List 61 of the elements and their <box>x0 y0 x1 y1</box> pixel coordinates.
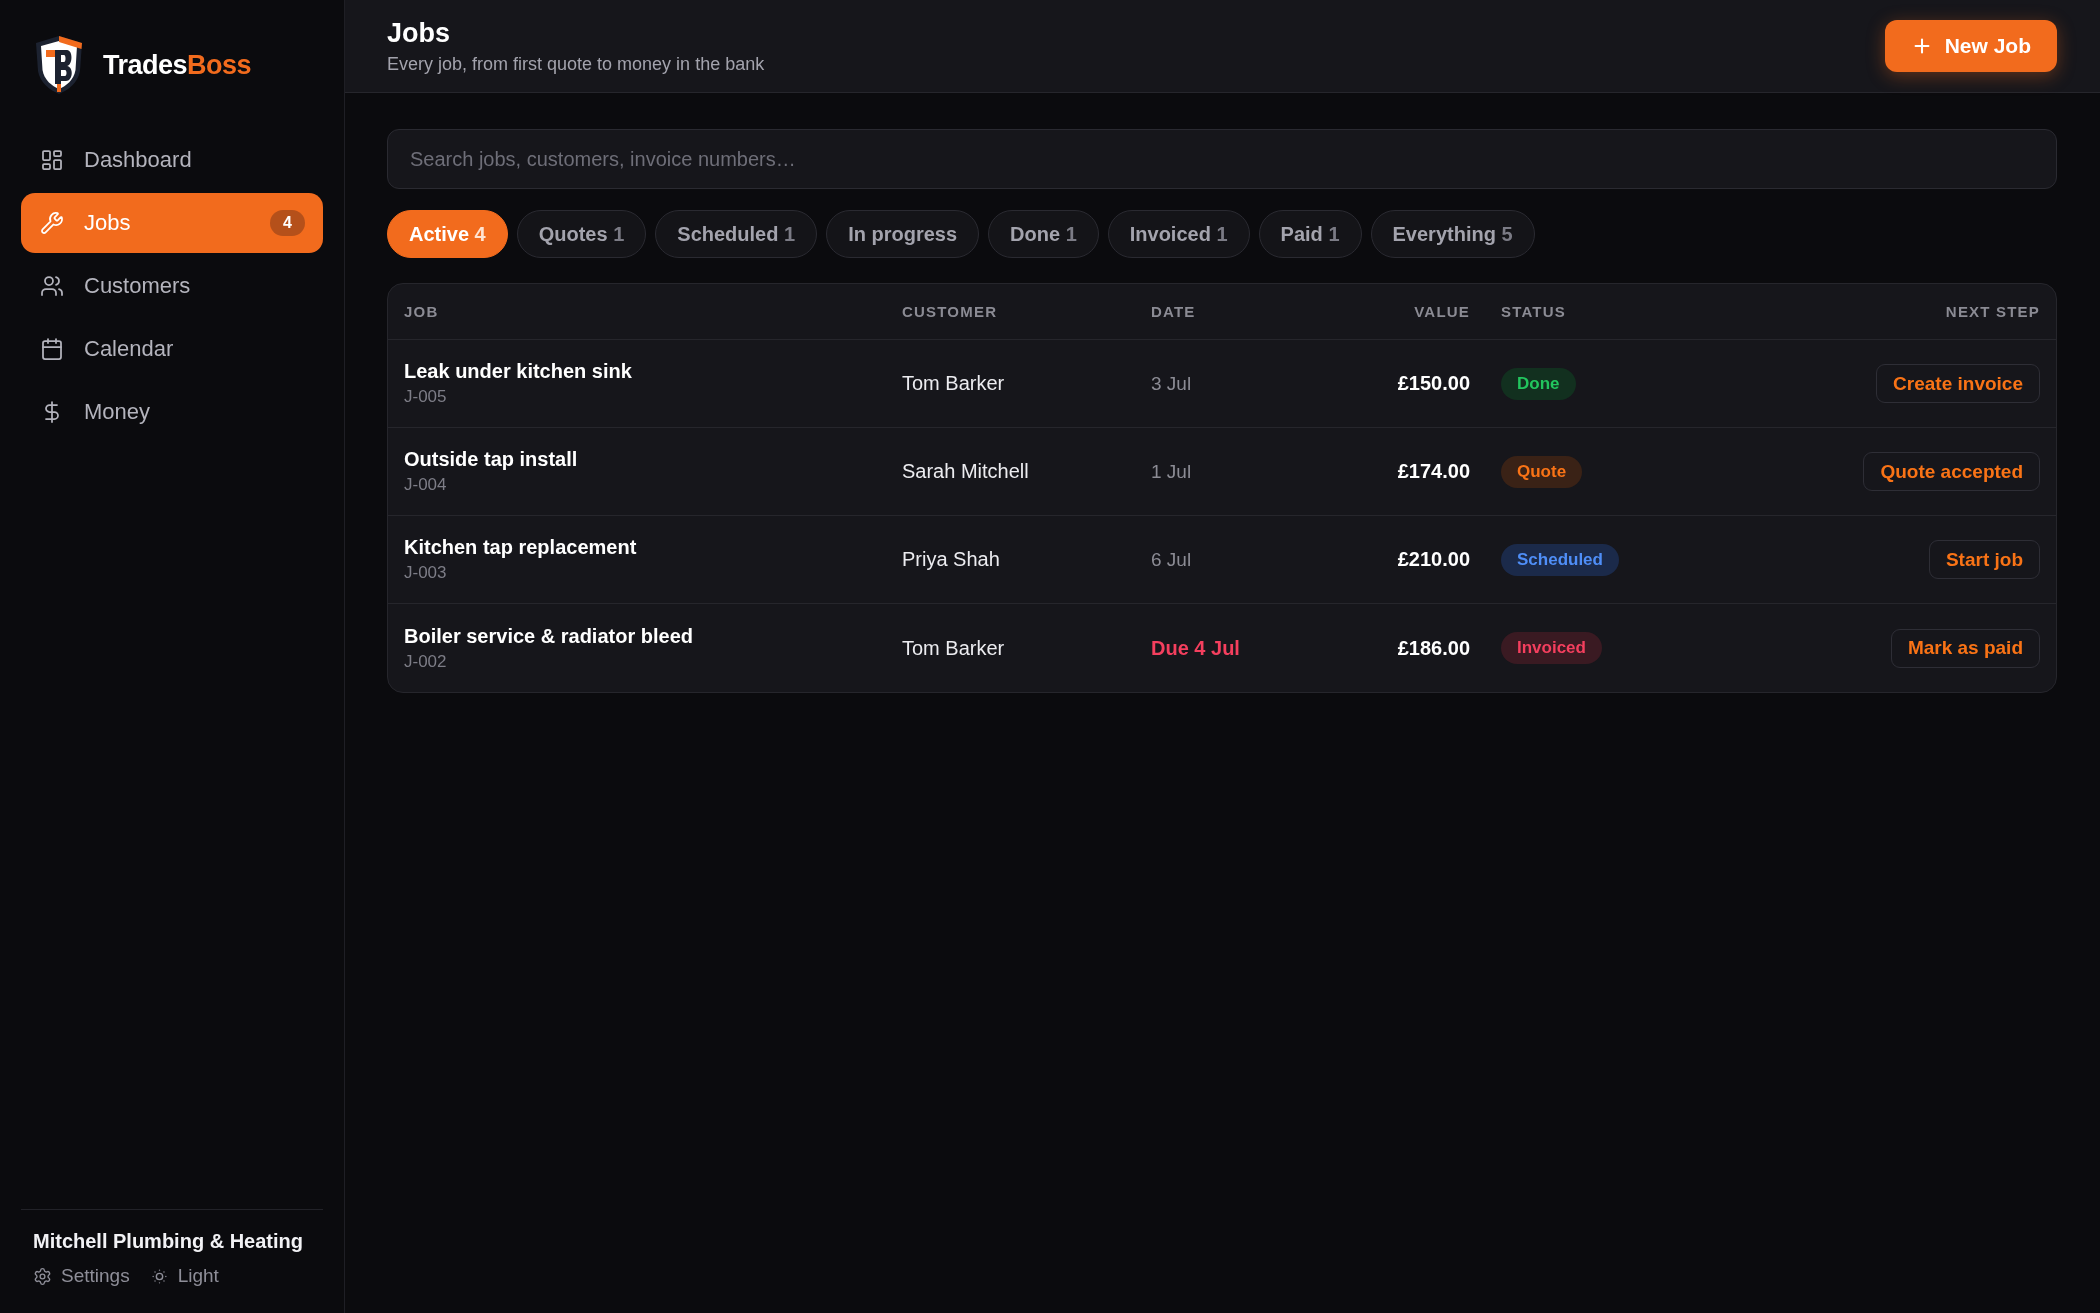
status-badge: Scheduled <box>1501 543 1619 576</box>
nav-item[interactable]: Dashboard <box>21 130 323 190</box>
brand-name: TradesBoss <box>103 49 252 81</box>
job-date: 1 Jul <box>1151 460 1192 483</box>
filter-tab[interactable]: Everything 5 <box>1370 210 1535 258</box>
customer-name: Sarah Mitchell <box>902 460 1029 483</box>
status-badge: Quote <box>1501 455 1583 488</box>
customer-name: Priya Shah <box>902 548 1000 571</box>
filter-tab[interactable]: In progress <box>826 210 980 258</box>
next-step-button[interactable]: Quote accepted <box>1863 452 2040 491</box>
page-title: Jobs <box>387 17 452 49</box>
job-number: J-002 <box>404 651 447 672</box>
column-header: STATUS <box>1500 303 1567 320</box>
job-number: J-004 <box>404 475 447 495</box>
job-title: Leak under kitchen sink <box>404 360 632 383</box>
filter-tab[interactable]: Quotes 1 <box>516 210 647 258</box>
job-date: 6 Jul <box>1151 548 1192 571</box>
grid-icon <box>40 148 64 172</box>
job-value: £150.00 <box>1397 372 1470 395</box>
filter-tab[interactable]: Paid 1 <box>1258 210 1362 258</box>
users-icon <box>40 274 64 298</box>
filter-tab[interactable]: Done 1 <box>988 210 1099 258</box>
column-header: JOB <box>404 303 440 320</box>
nav-item[interactable]: Jobs 4 <box>21 193 323 253</box>
filter-tab[interactable]: Scheduled 1 <box>655 210 818 258</box>
job-number: J-005 <box>404 387 447 407</box>
customer-name: Tom Barker <box>902 372 1005 395</box>
status-badge: Done <box>1501 367 1576 400</box>
customer-name: Tom Barker <box>902 636 1005 660</box>
status-badge: Invoiced <box>1501 632 1602 664</box>
column-header: DATE <box>1151 303 1197 320</box>
wrench-icon <box>40 211 64 235</box>
settings-icon <box>33 1266 52 1286</box>
page-subtitle: Every job, from first quote to money in the bank <box>387 53 765 75</box>
business-name: Mitchell Plumbing & Heating <box>33 1230 304 1253</box>
theme-toggle[interactable]: Light <box>149 1265 219 1287</box>
shield-logo-icon <box>33 35 85 95</box>
column-header: NEXT STEP <box>1944 303 2040 320</box>
sun-icon <box>149 1266 169 1286</box>
search-field[interactable]: Search jobs, customers, invoice numbers… <box>387 129 2057 189</box>
next-step-button[interactable]: Start job <box>1928 540 2040 579</box>
next-step-button[interactable]: Mark as paid <box>1890 628 2040 668</box>
filter-tab[interactable]: Invoiced 1 <box>1107 210 1250 258</box>
count-badge: 4 <box>270 210 305 236</box>
job-date: Due 4 Jul <box>1151 636 1240 660</box>
job-title: Boiler service & radiator bleed <box>404 624 693 648</box>
nav-item[interactable]: Money <box>21 382 323 442</box>
job-value: £210.00 <box>1397 548 1470 571</box>
calendar-icon <box>40 337 64 361</box>
nav-item[interactable]: Calendar <box>21 319 323 379</box>
column-header: CUSTOMER <box>902 303 999 320</box>
nav-item[interactable]: Customers <box>21 256 323 316</box>
job-date: 3 Jul <box>1151 372 1192 395</box>
job-title: Outside tap install <box>404 448 578 471</box>
job-value: £174.00 <box>1397 460 1470 483</box>
settings-link[interactable]: Settings <box>33 1265 130 1287</box>
job-title: Kitchen tap replacement <box>404 536 637 559</box>
job-number: J-003 <box>404 563 447 583</box>
job-value: £186.00 <box>1397 636 1470 660</box>
column-header: VALUE <box>1413 303 1470 320</box>
next-step-button[interactable]: Create invoice <box>1876 364 2040 403</box>
